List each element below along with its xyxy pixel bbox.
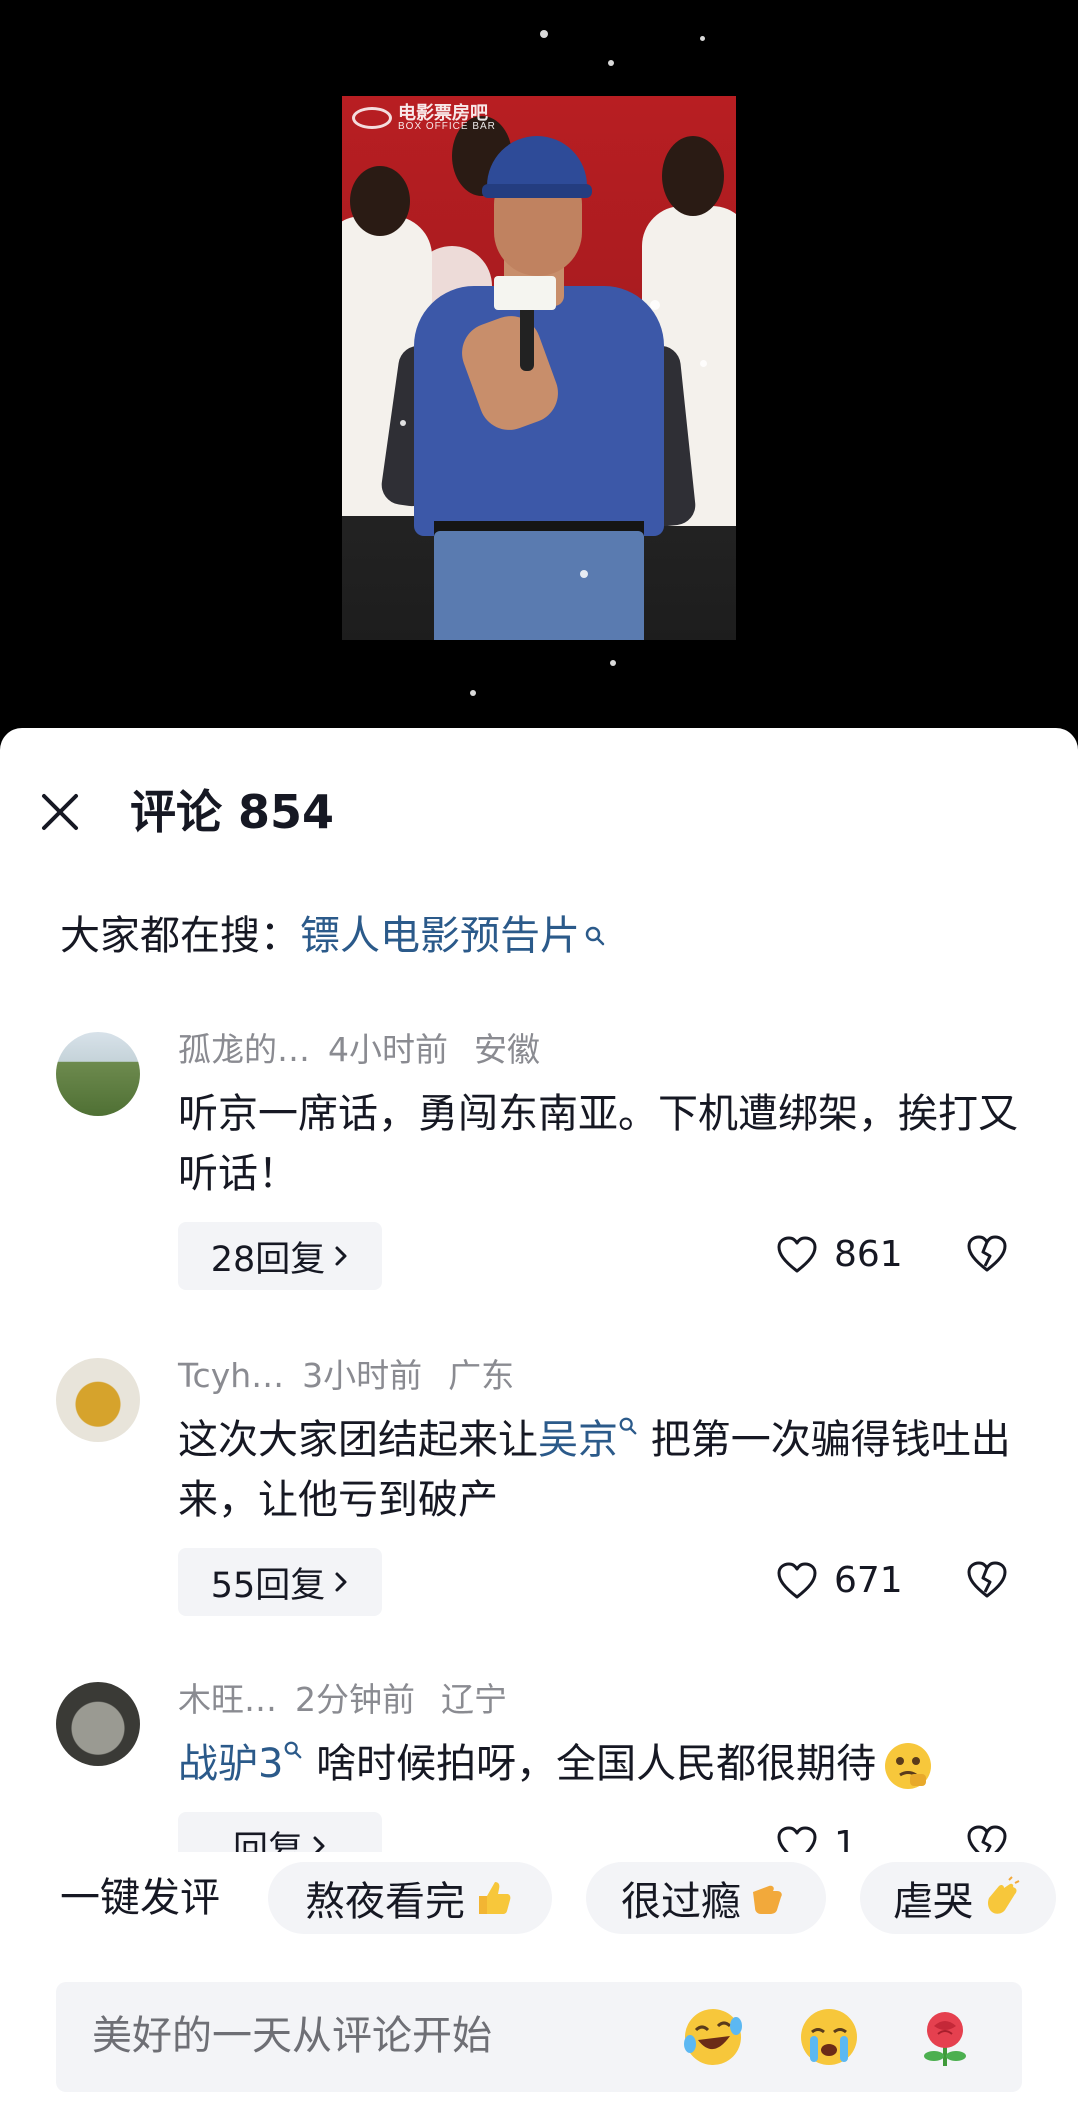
chip-label: 虐哭 [893,1879,973,1925]
crying-face-emoji-icon[interactable] [796,2004,862,2070]
like-button[interactable]: 861 [776,1234,903,1275]
dislike-button[interactable] [966,1560,1008,1604]
like-count: 861 [834,1234,903,1275]
reply-count: 55回复 [210,1565,326,1606]
avatar[interactable] [56,1682,140,1766]
sheet-header: 评论 854 [0,764,1078,854]
comment-input[interactable]: 美好的一天从评论开始 [56,1982,1022,2092]
comment-meta: 孤尨的… 4小时前 安徽 [178,1028,540,1072]
search-icon [285,1741,302,1759]
comment-time: 3小时前 [302,1356,423,1395]
video-watermark: 电影票房吧 BOX OFFICE BAR [352,104,496,132]
chevron-right-icon [335,1572,347,1592]
comment-text-after: 啥时候拍呀，全国人民都很期待 [303,1741,877,1787]
quick-comment-label: 一键发评 [60,1875,220,1921]
heart-icon [777,1236,817,1272]
comment-username[interactable]: 木旺… [178,1680,277,1719]
chip-label: 很过瘾 [621,1879,741,1925]
broken-heart-icon [967,1561,1007,1598]
avatar[interactable] [56,1032,140,1116]
video-frame [342,96,736,640]
comment-search-link[interactable]: 吴京 [538,1417,618,1463]
like-button[interactable]: 671 [776,1560,903,1601]
pointing-hand-emoji-icon [753,1885,782,1914]
comment-location: 辽宁 [441,1680,507,1719]
comment-text: 这次大家团结起来让吴京 把第一次骗得钱吐出来，让他亏到破产 [178,1410,1028,1530]
comment-username[interactable]: Tcyh… [178,1356,284,1395]
quick-comment-chip[interactable]: 很过瘾 [586,1862,826,1934]
clapping-hands-emoji-icon [988,1876,1020,1914]
chevron-right-icon [335,1246,347,1266]
comment-location: 广东 [448,1356,515,1395]
rose-emoji-icon[interactable] [912,2004,978,2070]
comment-location: 安徽 [474,1030,540,1069]
trending-search-prefix: 大家都在搜： [60,913,300,959]
view-replies-button[interactable]: 55回复 [178,1548,382,1616]
comment-search-link[interactable]: 战驴3 [178,1741,283,1787]
comment-input-placeholder: 美好的一天从评论开始 [92,2013,492,2059]
trending-search: 大家都在搜： 镖人电影预告片 [60,908,606,964]
comment-username[interactable]: 孤尨的… [178,1030,310,1069]
quick-comment-chip[interactable]: 虐哭 [860,1862,1056,1934]
broken-heart-icon [967,1235,1007,1272]
watermark-cn: 电影票房吧 [398,103,488,123]
quick-comment-bar: 一键发评 熬夜看完 很过瘾 虐哭 [0,1852,1078,1942]
comment-count-title: 评论 854 [130,785,335,839]
box-office-logo-icon [352,107,392,129]
comment-time: 4小时前 [328,1030,448,1069]
chip-label: 熬夜看完 [305,1879,465,1925]
view-replies-button[interactable]: 28回复 [178,1222,382,1290]
search-icon [619,1417,637,1435]
like-count: 671 [834,1560,903,1601]
close-icon [42,794,78,830]
video-player[interactable]: 电影票房吧 BOX OFFICE BAR [0,0,1078,740]
trending-search-link[interactable]: 镖人电影预告片 [300,908,580,964]
watermark-en: BOX OFFICE BAR [398,121,496,132]
avatar[interactable] [56,1358,140,1442]
quick-comment-chip[interactable]: 熬夜看完 [268,1862,552,1934]
dislike-button[interactable] [966,1234,1008,1278]
reply-count: 28回复 [210,1239,326,1280]
thumbs-up-emoji-icon [479,1882,511,1914]
thinking-face-emoji-icon [885,1743,932,1789]
close-button[interactable] [32,784,88,840]
laughing-tears-emoji-icon[interactable] [680,2004,746,2070]
search-icon [585,926,605,946]
comment-meta: 木旺… 2分钟前 辽宁 [178,1678,507,1722]
comment-time: 2分钟前 [295,1680,415,1719]
comment-text-before: 这次大家团结起来让 [178,1417,538,1463]
comment-meta: Tcyh… 3小时前 广东 [178,1354,514,1398]
heart-icon [777,1562,817,1598]
comment-text: 听京一席话，勇闯东南亚。下机遭绑架，挨打又听话！ [178,1091,1018,1197]
comment-text: 战驴3 啥时候拍呀，全国人民都很期待 [178,1734,1028,1794]
